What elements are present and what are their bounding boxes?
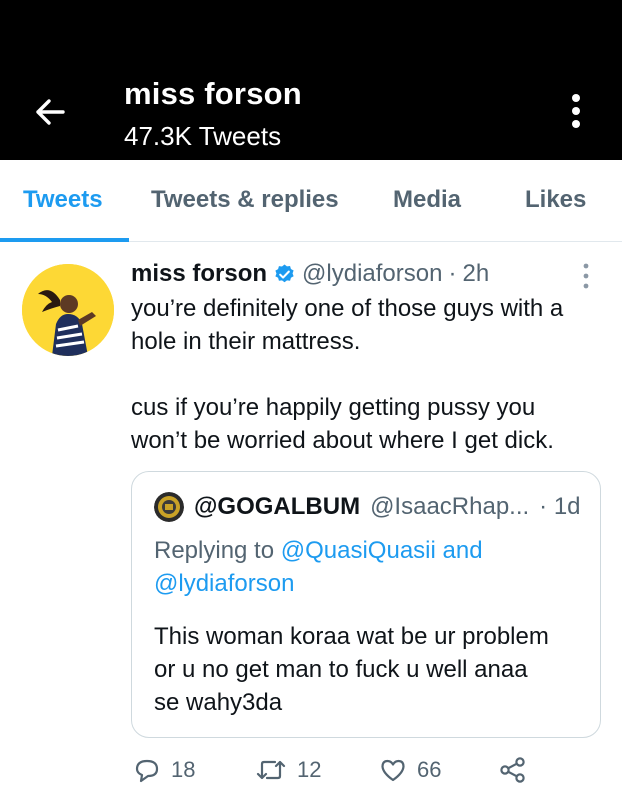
quoted-text-line: or u no get man to fuck u well anaa <box>154 656 528 683</box>
tab-likes[interactable]: Likes <box>525 186 586 214</box>
tweet-author-handle[interactable]: @lydiaforson <box>302 260 442 288</box>
avatar[interactable] <box>22 264 114 356</box>
profile-tabs: Tweets Tweets & replies Media Likes <box>0 160 622 242</box>
tweet-more-icon[interactable] <box>580 262 592 292</box>
tweet-timestamp[interactable]: 2h <box>462 260 489 288</box>
like-count: 66 <box>417 757 442 782</box>
tweet-text: you’re definitely one of those guys with… <box>131 292 611 457</box>
quoted-text-line: se wahy3da <box>154 689 283 716</box>
tweet-text-line: won’t be worried about where I get dick. <box>131 427 554 454</box>
more-vertical-icon[interactable] <box>566 93 586 129</box>
share-icon <box>500 757 525 783</box>
tweet-actions: 18 12 66 <box>131 756 601 792</box>
replying-to: Replying to @QuasiQuasii and @lydiaforso… <box>154 534 584 600</box>
quoted-author-handle[interactable]: @IsaacRhap... <box>370 493 529 521</box>
tab-tweets-and-replies[interactable]: Tweets & replies <box>151 186 339 214</box>
arrow-left-icon[interactable] <box>30 92 70 132</box>
avatar-image <box>22 264 114 356</box>
retweet-count: 12 <box>297 757 322 782</box>
tab-tweets[interactable]: Tweets <box>23 186 103 214</box>
quoted-timestamp: · 1d <box>539 493 581 520</box>
profile-name-title: miss forson <box>124 76 302 111</box>
tweet-author-name[interactable]: miss forson <box>131 260 267 288</box>
quoted-tweet[interactable]: @GOGALBUM @IsaacRhap... · 1d Replying to… <box>131 471 601 738</box>
tweet-text-line: hole in their mattress. <box>131 328 361 355</box>
mention-link[interactable]: @lydiaforson <box>154 570 294 597</box>
verified-badge-icon <box>275 263 294 282</box>
tweet-text-line: cus if you’re happily getting pussy you <box>131 394 536 421</box>
quoted-author-name[interactable]: @GOGALBUM <box>194 493 360 521</box>
replying-to-prefix: Replying to <box>154 537 275 564</box>
retweet-icon <box>256 760 286 780</box>
tab-media[interactable]: Media <box>393 186 461 214</box>
reply-count: 18 <box>171 757 196 782</box>
like-button[interactable]: 66 <box>379 756 441 784</box>
tweet-count: 47.3K Tweets <box>124 121 282 151</box>
mention-link[interactable]: @QuasiQuasii <box>281 537 436 564</box>
retweet-button[interactable]: 12 <box>255 756 321 784</box>
reply-button[interactable]: 18 <box>133 756 195 784</box>
tweet-text-line: you’re definitely one of those guys with… <box>131 295 564 322</box>
quoted-avatar <box>154 492 184 522</box>
separator-dot: · <box>448 260 457 287</box>
profile-header: miss forson 47.3K Tweets <box>0 0 622 160</box>
quoted-tweet-text: This woman koraa wat be ur problem or u … <box>154 620 594 719</box>
active-tab-indicator <box>0 238 129 242</box>
reply-icon <box>135 759 159 783</box>
heart-icon <box>381 759 405 782</box>
replying-and: and <box>442 537 483 564</box>
share-button[interactable] <box>499 756 537 784</box>
tweet-header: miss forson @lydiaforson · 2h <box>131 260 489 288</box>
quoted-tweet-header: @GOGALBUM @IsaacRhap... · 1d <box>154 492 581 522</box>
quoted-text-line: This woman koraa wat be ur problem <box>154 623 549 650</box>
